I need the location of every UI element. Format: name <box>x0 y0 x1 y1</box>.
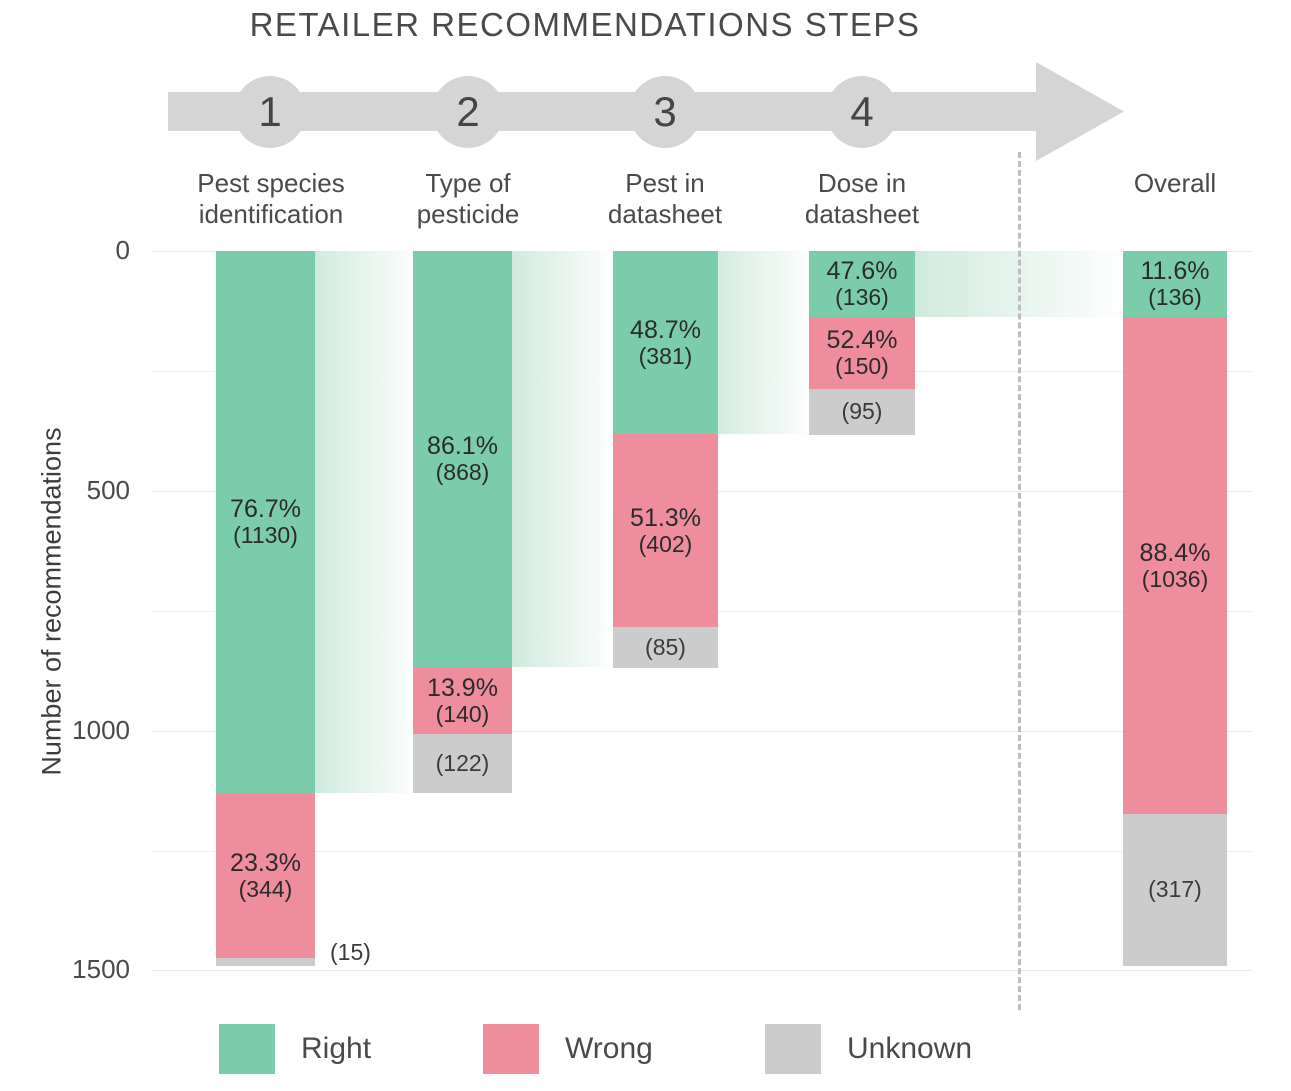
segment-percent: 13.9% <box>427 673 498 702</box>
segment-count: (136) <box>1148 284 1202 311</box>
ribbon-4-to-overall <box>915 251 1130 317</box>
segment-percent: 88.4% <box>1139 538 1211 567</box>
bar-segment-unknown-label: (15) <box>330 939 371 965</box>
segment-count: (402) <box>638 530 693 557</box>
segment-count: (1130) <box>233 522 298 549</box>
segment-count: (344) <box>238 875 293 902</box>
segment-count: (868) <box>435 459 490 486</box>
legend-label: Unknown <box>847 1032 973 1065</box>
gridline-1500 <box>152 970 1252 971</box>
segment-count: (381) <box>638 342 693 369</box>
bar-segment-right[interactable]: 47.6% (136) <box>809 251 915 317</box>
bar-segment-wrong[interactable]: 51.3% (402) <box>613 434 718 627</box>
bar-segment-unknown[interactable] <box>216 958 315 966</box>
bar-segment-right[interactable]: 11.6% (136) <box>1123 251 1227 317</box>
segment-percent: 47.6% <box>826 257 898 286</box>
segment-percent: 23.3% <box>230 848 301 877</box>
legend-swatch-right-icon <box>219 1024 275 1074</box>
bar-segment-right[interactable]: 86.1% (868) <box>413 251 512 667</box>
bar-segment-unknown[interactable]: (317) <box>1123 814 1227 966</box>
bar-segment-unknown[interactable]: (85) <box>613 627 718 668</box>
legend-item-wrong[interactable]: Wrong <box>483 1024 653 1074</box>
segment-count: (85) <box>645 633 686 660</box>
legend-label: Right <box>301 1032 372 1065</box>
segment-count: (122) <box>435 749 490 776</box>
bar-segment-unknown[interactable]: (95) <box>809 389 915 435</box>
ribbon-1-to-2 <box>315 251 421 793</box>
segment-count: (1036) <box>1141 565 1209 592</box>
segment-percent: 86.1% <box>427 432 498 461</box>
legend-swatch-wrong-icon <box>483 1024 539 1074</box>
segment-count: (140) <box>435 700 490 727</box>
y-axis-title: Number of recommendations <box>36 427 67 776</box>
overall-divider <box>1018 152 1021 1010</box>
bar-segment-right[interactable]: 76.7% (1130) <box>216 251 315 793</box>
segment-percent: 76.7% <box>230 495 301 524</box>
segment-percent: 48.7% <box>630 315 701 344</box>
bar-segment-right[interactable]: 48.7% (381) <box>613 251 718 434</box>
bar-segment-wrong[interactable]: 13.9% (140) <box>413 667 512 734</box>
segment-count: (136) <box>835 284 889 311</box>
legend-swatch-unknown-icon <box>765 1024 821 1074</box>
bar-segment-wrong[interactable]: 88.4% (1036) <box>1123 317 1227 814</box>
segment-percent: 11.6% <box>1140 257 1210 286</box>
segment-count: (317) <box>1148 876 1202 903</box>
gridline-1250 <box>152 851 1252 852</box>
chart-canvas: RETAILER RECOMMENDATIONS STEPS 1 2 3 4 P… <box>0 0 1291 1091</box>
y-tick-1000: 1000 <box>72 715 130 745</box>
ribbon-3-to-4 <box>709 251 815 434</box>
y-tick-500: 500 <box>86 475 130 505</box>
legend-item-right[interactable]: Right <box>219 1024 371 1074</box>
legend-item-unknown[interactable]: Unknown <box>765 1024 972 1074</box>
ribbon-2-to-3 <box>512 251 618 667</box>
legend: Right Wrong Unknown <box>0 1024 1291 1084</box>
segment-count: (150) <box>835 353 889 380</box>
bar-segment-wrong[interactable]: 23.3% (344) <box>216 793 315 958</box>
segment-percent: 51.3% <box>630 503 701 532</box>
segment-percent: 52.4% <box>826 326 898 355</box>
bar-segment-wrong[interactable]: 52.4% (150) <box>809 317 915 389</box>
legend-label: Wrong <box>565 1032 653 1065</box>
segment-count: (95) <box>841 398 883 425</box>
bar-segment-unknown[interactable]: (122) <box>413 734 512 793</box>
plot-area: Number of recommendations 0 500 1000 150… <box>0 0 1291 1091</box>
y-tick-1500: 1500 <box>72 954 130 984</box>
y-tick-0: 0 <box>115 235 130 265</box>
